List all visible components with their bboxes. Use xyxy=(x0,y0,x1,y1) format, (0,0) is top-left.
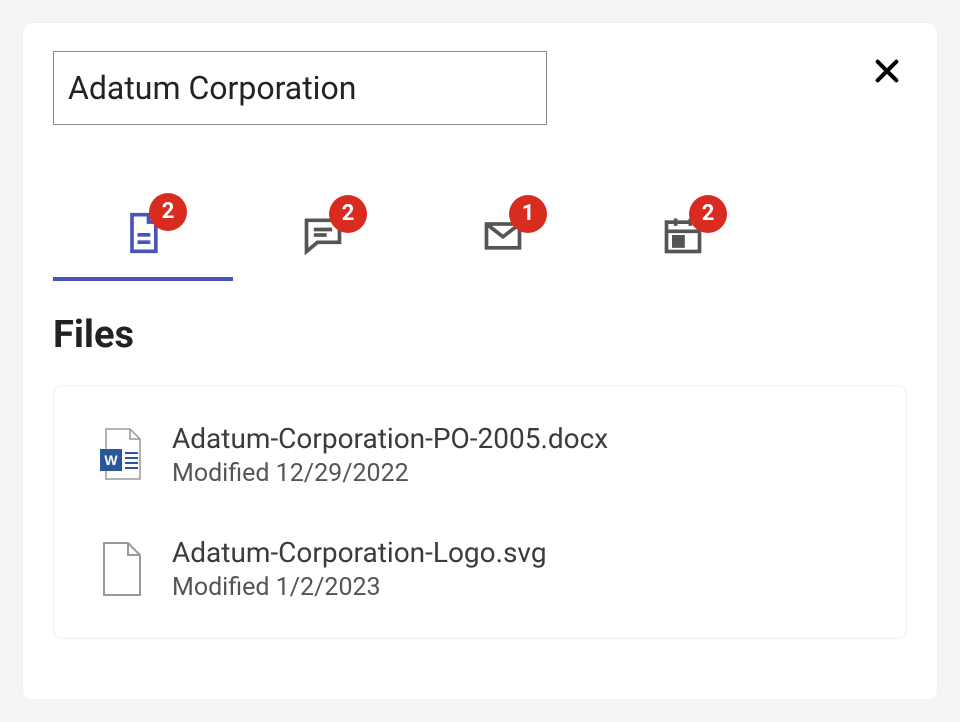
file-row[interactable]: Adatum-Corporation-Logo.svg Modified 1/2… xyxy=(54,512,906,626)
tab-chat-badge: 2 xyxy=(329,195,367,233)
results-card: W Adatum-Corporation-PO-2005.docx Modifi… xyxy=(53,385,907,639)
word-file-icon: W xyxy=(98,427,144,483)
file-modified: Modified 12/29/2022 xyxy=(172,459,608,488)
file-row[interactable]: W Adatum-Corporation-PO-2005.docx Modifi… xyxy=(54,398,906,512)
close-button[interactable] xyxy=(867,51,907,91)
tab-chat[interactable]: 2 xyxy=(233,189,413,281)
search-panel: 2 2 1 xyxy=(23,23,937,699)
generic-file-icon xyxy=(98,541,144,597)
search-input[interactable] xyxy=(53,51,547,125)
tab-mail[interactable]: 1 xyxy=(413,189,593,281)
tab-files-badge: 2 xyxy=(149,193,187,231)
close-icon xyxy=(871,55,903,87)
tab-files[interactable]: 2 xyxy=(53,189,233,281)
file-name: Adatum-Corporation-Logo.svg xyxy=(172,536,547,569)
section-title: Files xyxy=(53,313,907,357)
file-modified: Modified 1/2/2023 xyxy=(172,573,547,602)
tab-calendar[interactable]: 2 xyxy=(593,189,773,281)
tab-calendar-badge: 2 xyxy=(689,195,727,233)
result-tabs: 2 2 1 xyxy=(53,189,907,281)
tab-mail-badge: 1 xyxy=(509,195,547,233)
svg-text:W: W xyxy=(104,452,118,468)
file-name: Adatum-Corporation-PO-2005.docx xyxy=(172,422,608,455)
